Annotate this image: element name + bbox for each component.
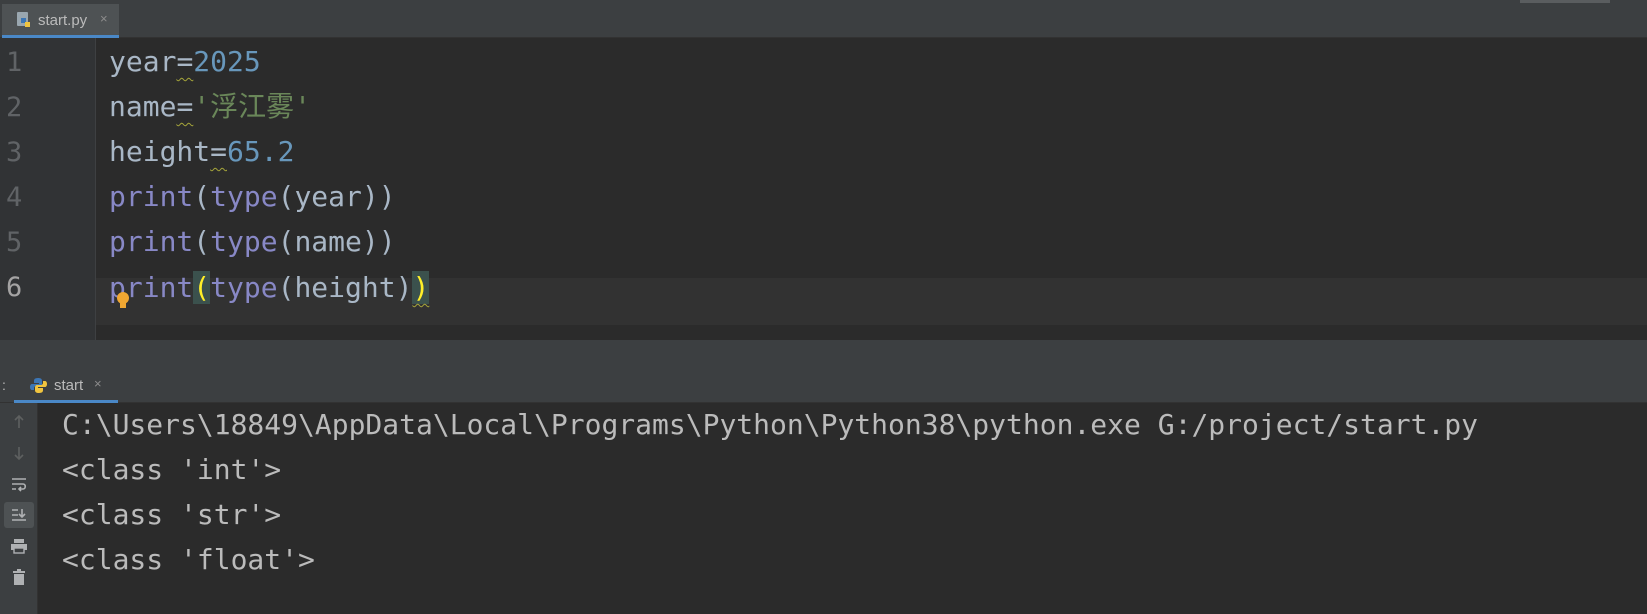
- code-token: (height): [277, 271, 413, 304]
- code-token: name: [109, 90, 177, 123]
- editor-tab-bar: start.py ×: [0, 0, 1647, 38]
- code-line[interactable]: height=65.2: [109, 128, 294, 175]
- soft-wrap-icon[interactable]: [4, 471, 34, 497]
- code-token: print: [109, 225, 194, 258]
- tab-start-py[interactable]: start.py ×: [2, 4, 119, 38]
- code-token: type: [210, 180, 278, 213]
- code-token: print: [109, 180, 194, 213]
- horizontal-scrollbar[interactable]: [1520, 0, 1610, 3]
- console-output[interactable]: C:\Users\18849\AppData\Local\Programs\Py…: [38, 403, 1647, 614]
- panel-divider[interactable]: [0, 340, 1647, 370]
- code-token: (: [193, 225, 211, 258]
- trash-icon[interactable]: [4, 564, 34, 590]
- console-line: <class 'str'>: [62, 498, 282, 531]
- python-file-icon: [17, 12, 30, 27]
- line-number-gutter: 1 2 3 4 5 6: [0, 38, 96, 340]
- python-icon: [30, 378, 47, 393]
- code-token: (: [193, 180, 211, 213]
- console-toolbar: [0, 403, 38, 614]
- scroll-to-end-icon[interactable]: [4, 502, 34, 528]
- code-token: (name)): [277, 225, 396, 258]
- line-number: 1: [6, 47, 23, 78]
- lightbulb-icon[interactable]: [116, 292, 130, 310]
- code-token: year: [109, 45, 177, 78]
- console-line: C:\Users\18849\AppData\Local\Programs\Py…: [62, 408, 1479, 441]
- tab-label: start.py: [38, 12, 88, 29]
- line-number: 3: [6, 137, 23, 168]
- run-tab-label: start: [54, 377, 84, 394]
- run-tab-start[interactable]: start ×: [14, 370, 118, 403]
- line-number: 5: [6, 227, 23, 258]
- code-token: (: [193, 271, 211, 304]
- line-number: 2: [6, 92, 23, 123]
- code-token: '浮江雾': [193, 90, 312, 123]
- code-token: height: [109, 135, 211, 168]
- arrow-down-icon[interactable]: [4, 440, 34, 466]
- code-line[interactable]: print(type(year)): [109, 173, 396, 220]
- code-line[interactable]: name='浮江雾': [109, 83, 311, 130]
- code-token: =: [210, 135, 228, 168]
- line-number: 4: [6, 182, 23, 213]
- code-token: =: [176, 90, 194, 123]
- code-line[interactable]: print(type(height)): [109, 264, 430, 311]
- print-icon[interactable]: [4, 533, 34, 559]
- run-label-prefix: :: [2, 377, 6, 393]
- code-editor[interactable]: 1 2 3 4 5 6 year=2025 name='浮江雾' height=…: [0, 38, 1647, 340]
- code-token: 65.2: [227, 135, 295, 168]
- code-line[interactable]: year=2025: [109, 38, 261, 85]
- code-token: type: [210, 225, 278, 258]
- run-tab-bar: : start ×: [0, 370, 1647, 403]
- code-token: =: [176, 45, 194, 78]
- console-line: <class 'float'>: [62, 543, 315, 576]
- code-token: type: [210, 271, 278, 304]
- arrow-up-icon[interactable]: [4, 409, 34, 435]
- close-icon[interactable]: ×: [94, 376, 102, 391]
- console-line: <class 'int'>: [62, 453, 282, 486]
- code-token: (year)): [277, 180, 396, 213]
- close-icon[interactable]: ×: [100, 11, 108, 26]
- code-token: 2025: [193, 45, 261, 78]
- code-token: ): [412, 271, 430, 304]
- code-line[interactable]: print(type(name)): [109, 218, 396, 265]
- line-number-current: 6: [6, 272, 23, 303]
